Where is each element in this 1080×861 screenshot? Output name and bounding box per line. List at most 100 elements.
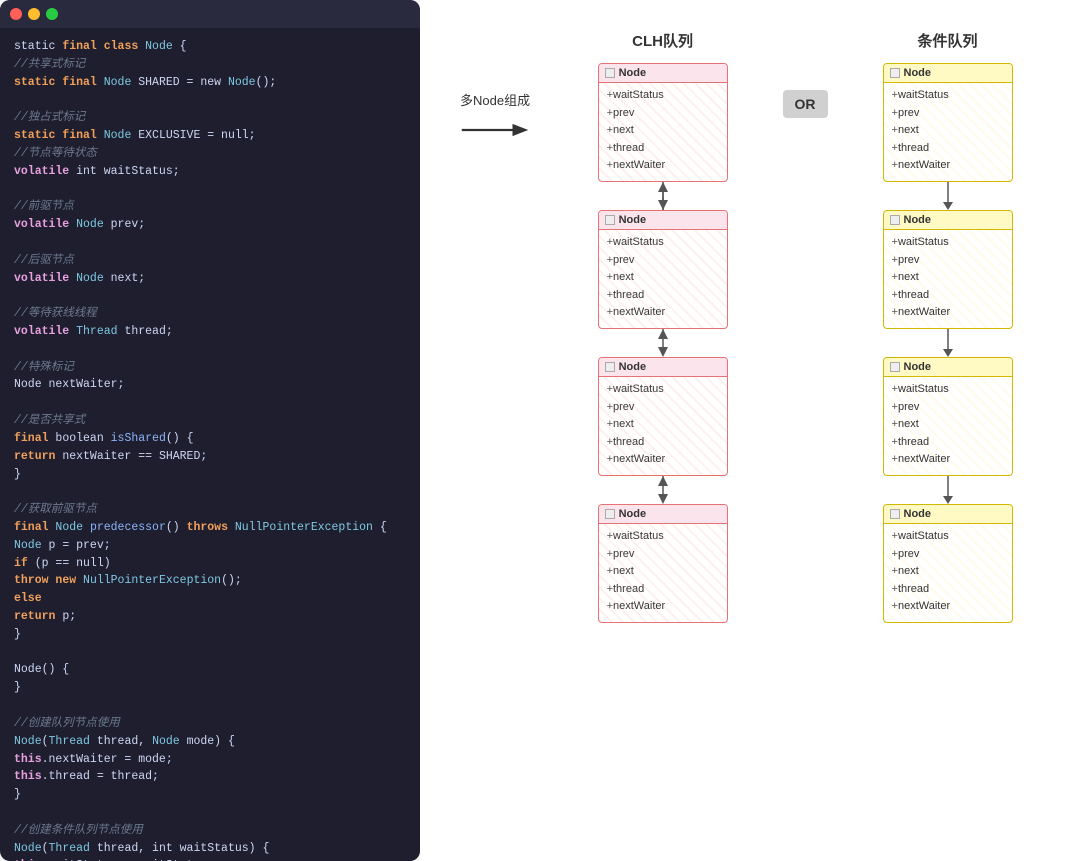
- field-next: +next: [892, 269, 1004, 287]
- code-line: Node p = prev;: [14, 537, 406, 555]
- field-waitstatus: +waitStatus: [892, 234, 1004, 252]
- code-line: this.thread = thread;: [14, 768, 406, 786]
- maximize-button[interactable]: [46, 8, 58, 20]
- clh-node-2-header: Node: [599, 211, 727, 230]
- field-prev: +prev: [607, 546, 719, 564]
- code-line: }: [14, 466, 406, 484]
- code-line: return p;: [14, 608, 406, 626]
- code-line: Node nextWaiter;: [14, 376, 406, 394]
- code-content: static final class Node { //共享式标记 static…: [0, 28, 420, 861]
- clh-connector-3: [653, 476, 673, 504]
- clh-node-4-header: Node: [599, 505, 727, 524]
- field-prev: +prev: [607, 105, 719, 123]
- clh-node-2-body: +waitStatus +prev +next +thread +nextWai…: [599, 230, 727, 328]
- code-line: //等待获线线程: [14, 305, 406, 323]
- field-nextwaiter: +nextWaiter: [607, 304, 719, 322]
- field-waitstatus: +waitStatus: [892, 528, 1004, 546]
- code-line: volatile Node next;: [14, 270, 406, 288]
- cond-node-3: Node +waitStatus +prev +next +thread +ne…: [883, 357, 1013, 476]
- field-nextwaiter: +nextWaiter: [892, 157, 1004, 175]
- cond-node-4-body: +waitStatus +prev +next +thread +nextWai…: [884, 524, 1012, 622]
- field-next: +next: [892, 563, 1004, 581]
- close-button[interactable]: [10, 8, 22, 20]
- code-blank: [14, 287, 406, 305]
- diagram-main: 多Node组成 CLH队列 Node +waitStatus +prev: [440, 30, 1060, 841]
- field-thread: +thread: [892, 581, 1004, 599]
- clh-node-4: Node +waitStatus +prev +next +thread +ne…: [598, 504, 728, 623]
- cond-node-2-header: Node: [884, 211, 1012, 230]
- cond-node-1: Node +waitStatus +prev +next +thread +ne…: [883, 63, 1013, 182]
- cond-node-3-header: Node: [884, 358, 1012, 377]
- code-line: }: [14, 626, 406, 644]
- code-line: }: [14, 786, 406, 804]
- code-line: //获取前驱节点: [14, 501, 406, 519]
- field-nextwaiter: +nextWaiter: [607, 157, 719, 175]
- connector-arrow-icon: [653, 476, 673, 504]
- code-line: final boolean isShared() {: [14, 430, 406, 448]
- field-next: +next: [607, 563, 719, 581]
- cond-node-1-title: Node: [904, 67, 932, 79]
- code-blank: [14, 234, 406, 252]
- field-thread: +thread: [892, 140, 1004, 158]
- code-line: //创建条件队列节点使用: [14, 822, 406, 840]
- cond-nodes-stack: Node +waitStatus +prev +next +thread +ne…: [883, 63, 1013, 623]
- clh-connector-1: [653, 182, 673, 210]
- field-prev: +prev: [892, 399, 1004, 417]
- clh-connector-2: [653, 329, 673, 357]
- field-waitstatus: +waitStatus: [892, 87, 1004, 105]
- header-icon: [605, 215, 615, 225]
- clh-node-4-title: Node: [619, 508, 647, 520]
- cond-node-1-header: Node: [884, 64, 1012, 83]
- or-section: OR: [775, 30, 835, 118]
- minimize-button[interactable]: [28, 8, 40, 20]
- diagram-panel: 多Node组成 CLH队列 Node +waitStatus +prev: [420, 0, 1080, 861]
- code-line: throw new NullPointerException();: [14, 572, 406, 590]
- field-thread: +thread: [607, 287, 719, 305]
- code-line: //独占式标记: [14, 109, 406, 127]
- field-thread: +thread: [607, 581, 719, 599]
- header-icon: [605, 362, 615, 372]
- cond-node-4-header: Node: [884, 505, 1012, 524]
- connector-arrow-icon: [938, 329, 958, 357]
- code-line: //创建队列节点使用: [14, 715, 406, 733]
- code-blank: [14, 697, 406, 715]
- code-line: if (p == null): [14, 555, 406, 573]
- code-line: this.waitStatus = waitStatus;: [14, 857, 406, 861]
- field-next: +next: [607, 416, 719, 434]
- clh-queue-column: CLH队列 Node +waitStatus +prev +next +thre…: [550, 30, 775, 623]
- field-thread: +thread: [892, 434, 1004, 452]
- field-thread: +thread: [607, 434, 719, 452]
- clh-node-3-body: +waitStatus +prev +next +thread +nextWai…: [599, 377, 727, 475]
- header-icon: [605, 68, 615, 78]
- cond-node-2-title: Node: [904, 214, 932, 226]
- code-line: Node(Thread thread, int waitStatus) {: [14, 840, 406, 858]
- header-icon: [890, 509, 900, 519]
- code-line: //共享式标记: [14, 56, 406, 74]
- cond-queue-column: 条件队列 Node +waitStatus +prev +next +threa…: [835, 30, 1060, 623]
- field-prev: +prev: [607, 399, 719, 417]
- code-line: static final Node SHARED = new Node();: [14, 74, 406, 92]
- field-nextwaiter: +nextWaiter: [607, 451, 719, 469]
- clh-node-3-title: Node: [619, 361, 647, 373]
- clh-node-3-header: Node: [599, 358, 727, 377]
- cond-node-1-body: +waitStatus +prev +next +thread +nextWai…: [884, 83, 1012, 181]
- or-label: OR: [783, 90, 828, 118]
- clh-node-1-body: +waitStatus +prev +next +thread +nextWai…: [599, 83, 727, 181]
- cond-connector-3: [938, 476, 958, 504]
- clh-nodes-stack: Node +waitStatus +prev +next +thread +ne…: [598, 63, 728, 623]
- field-nextwaiter: +nextWaiter: [892, 304, 1004, 322]
- field-nextwaiter: +nextWaiter: [892, 598, 1004, 616]
- title-bar: [0, 0, 420, 28]
- code-line: //前驱节点: [14, 198, 406, 216]
- code-line: //后驱节点: [14, 252, 406, 270]
- clh-node-2: Node +waitStatus +prev +next +thread +ne…: [598, 210, 728, 329]
- code-blank: [14, 804, 406, 822]
- field-thread: +thread: [892, 287, 1004, 305]
- field-waitstatus: +waitStatus: [607, 234, 719, 252]
- clh-node-1-header: Node: [599, 64, 727, 83]
- cond-queue-title: 条件队列: [918, 30, 978, 51]
- connector-arrow-icon: [938, 182, 958, 210]
- cond-connector-2: [938, 329, 958, 357]
- clh-node-4-body: +waitStatus +prev +next +thread +nextWai…: [599, 524, 727, 622]
- code-line: }: [14, 679, 406, 697]
